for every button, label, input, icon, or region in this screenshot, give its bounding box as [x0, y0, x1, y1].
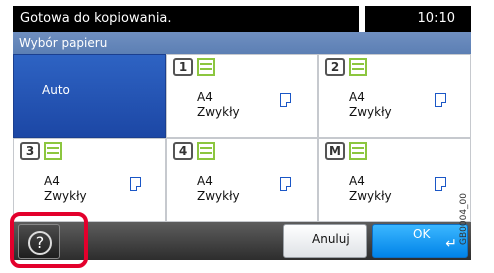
- paper-auto-label: Auto: [42, 83, 70, 97]
- paper-size-label: A4: [44, 174, 60, 188]
- ok-button[interactable]: OK ↵: [372, 224, 468, 258]
- paper-type-label: Zwykły: [197, 105, 240, 119]
- paper-stack-icon: [197, 58, 215, 76]
- paper-cassette-3-button[interactable]: 3 A4 Zwykły: [13, 138, 166, 222]
- enter-icon: ↵: [445, 236, 457, 252]
- paper-mp-tray-button[interactable]: M A4 Zwykły: [318, 138, 471, 222]
- paper-cassette-4-button[interactable]: 4 A4 Zwykły: [166, 138, 318, 222]
- paper-type-label: Zwykły: [349, 189, 392, 203]
- status-bar: Gotowa do kopiowania. 10:10: [13, 6, 471, 32]
- paper-stack-icon: [197, 142, 215, 160]
- paper-auto-button[interactable]: Auto: [13, 54, 166, 138]
- cancel-button[interactable]: Anuluj: [283, 224, 367, 258]
- ok-button-label: OK: [413, 227, 431, 241]
- paper-orientation-icon: [435, 177, 446, 191]
- paper-orientation-icon: [435, 93, 446, 107]
- paper-type-label: Zwykły: [197, 189, 240, 203]
- status-message: Gotowa do kopiowania.: [20, 11, 172, 26]
- cassette-4-icon: 4: [173, 142, 193, 160]
- paper-cassette-1-button[interactable]: 1 A4 Zwykły: [166, 54, 318, 138]
- mp-tray-icon: M: [325, 142, 345, 160]
- paper-size-label: A4: [349, 90, 365, 104]
- screen-title-label: Wybór papieru: [19, 36, 108, 50]
- cancel-button-label: Anuluj: [312, 232, 350, 246]
- cassette-1-icon: 1: [173, 58, 193, 76]
- paper-type-label: Zwykły: [349, 105, 392, 119]
- status-time: 10:10: [417, 11, 455, 26]
- paper-type-label: Zwykły: [44, 189, 87, 203]
- paper-source-grid: Auto 1 A4 Zwykły 2 A4 Zwykły 3 A4 Zwykły…: [13, 54, 471, 222]
- figure-code-label: GB0004_00: [459, 192, 470, 246]
- status-separator: [359, 6, 365, 32]
- paper-orientation-icon: [280, 93, 291, 107]
- paper-cassette-2-button[interactable]: 2 A4 Zwykły: [318, 54, 471, 138]
- cassette-3-icon: 3: [20, 142, 40, 160]
- paper-stack-icon: [44, 142, 62, 160]
- cassette-2-icon: 2: [325, 58, 345, 76]
- help-highlight-frame: [10, 212, 88, 268]
- paper-stack-icon: [349, 58, 367, 76]
- paper-orientation-icon: [280, 177, 291, 191]
- paper-size-label: A4: [349, 174, 365, 188]
- paper-size-label: A4: [197, 174, 213, 188]
- screen-title: Wybór papieru: [13, 32, 471, 54]
- paper-orientation-icon: [130, 177, 141, 191]
- paper-stack-icon: [349, 142, 367, 160]
- paper-size-label: A4: [197, 90, 213, 104]
- figure-code: GB0004_00: [459, 180, 492, 270]
